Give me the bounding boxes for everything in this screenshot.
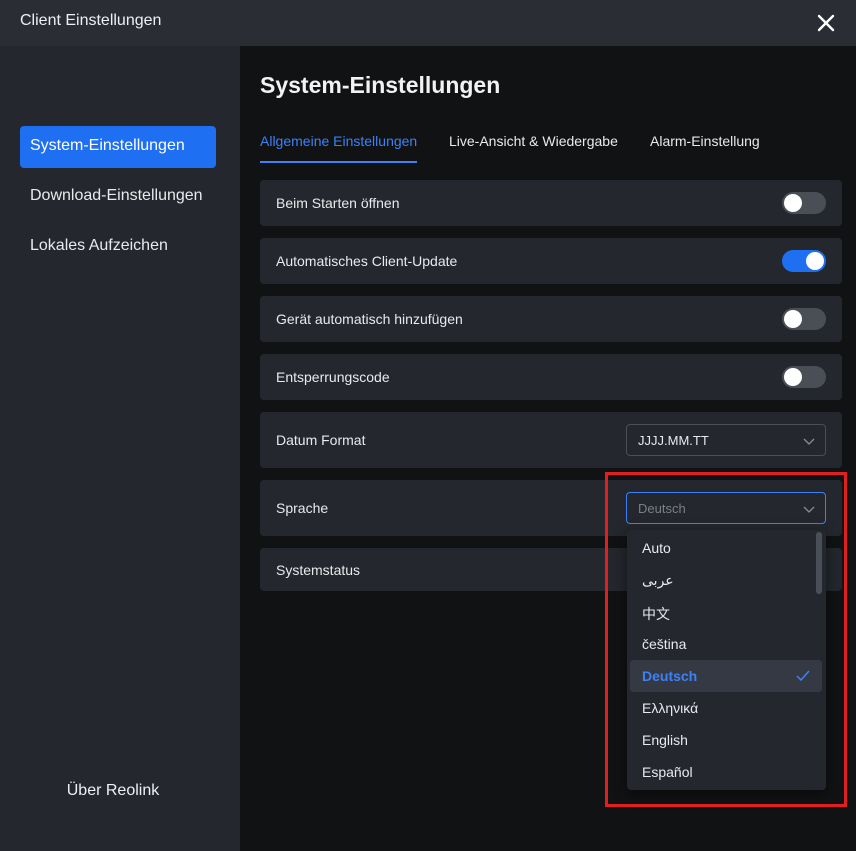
tab-live-view-playback[interactable]: Live-Ansicht & Wiedergabe (449, 133, 618, 163)
highlight-box (605, 472, 847, 807)
toggle-knob (806, 252, 824, 270)
page-title: System-Einstellungen (260, 72, 501, 98)
chevron-down-icon (803, 438, 815, 445)
date-format-select[interactable]: JJJJ.MM.TT (626, 424, 826, 456)
title-bar: Client Einstellungen (0, 0, 856, 46)
toggle-knob (784, 194, 802, 212)
close-icon (817, 14, 835, 32)
sidebar-item-local-recording[interactable]: Lokales Aufzeichen (20, 226, 216, 268)
toggle-knob (784, 310, 802, 328)
close-button[interactable] (812, 9, 840, 37)
date-format-value: JJJJ.MM.TT (638, 433, 709, 448)
setting-label: Beim Starten öffnen (276, 195, 400, 211)
auto-update-toggle[interactable] (782, 250, 826, 272)
setting-row-auto-add-device: Gerät automatisch hinzufügen (260, 296, 842, 342)
tab-general-settings[interactable]: Allgemeine Einstellungen (260, 133, 418, 163)
setting-row-open-on-start: Beim Starten öffnen (260, 180, 842, 226)
setting-row-unlock-code: Entsperrungscode (260, 354, 842, 400)
sidebar: System-Einstellungen Download-Einstellun… (0, 46, 240, 851)
setting-label: Datum Format (276, 432, 366, 448)
setting-row-auto-update: Automatisches Client-Update (260, 238, 842, 284)
setting-row-date-format: Datum Format JJJJ.MM.TT (260, 412, 842, 468)
setting-label: Entsperrungscode (276, 369, 390, 385)
tab-alarm-settings[interactable]: Alarm-Einstellung (650, 133, 760, 163)
sidebar-item-system-settings[interactable]: System-Einstellungen (20, 126, 216, 168)
open-on-start-toggle[interactable] (782, 192, 826, 214)
toggle-knob (784, 368, 802, 386)
unlock-code-toggle[interactable] (782, 366, 826, 388)
setting-label: Systemstatus (276, 562, 361, 578)
setting-label: Sprache (276, 500, 329, 516)
about-reolink-link[interactable]: Über Reolink (0, 782, 226, 800)
window-title: Client Einstellungen (20, 12, 162, 29)
setting-label: Gerät automatisch hinzufügen (276, 311, 463, 327)
auto-add-device-toggle[interactable] (782, 308, 826, 330)
sidebar-item-download-settings[interactable]: Download-Einstellungen (20, 176, 216, 218)
setting-label: Automatisches Client-Update (276, 253, 458, 269)
